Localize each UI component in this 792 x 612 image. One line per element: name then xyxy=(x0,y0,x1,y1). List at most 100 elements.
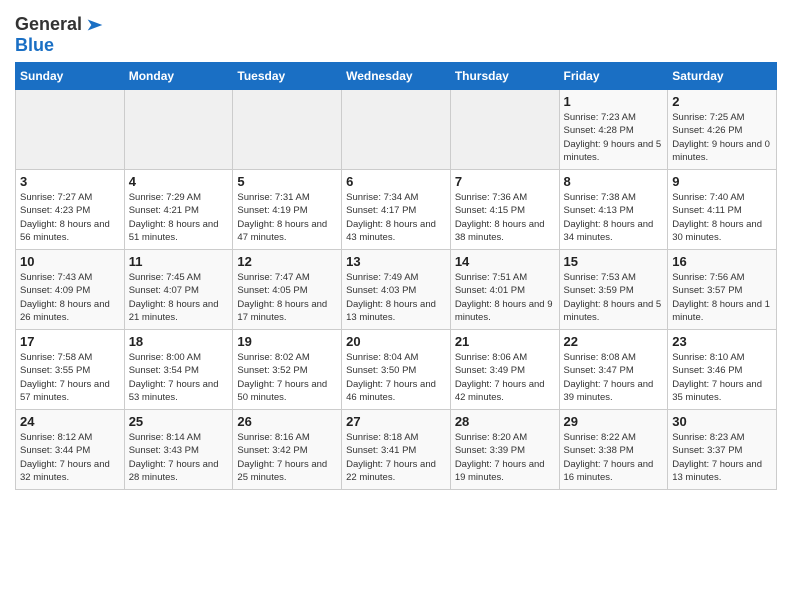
header-sunday: Sunday xyxy=(16,63,125,90)
calendar-week-row: 10Sunrise: 7:43 AMSunset: 4:09 PMDayligh… xyxy=(16,250,777,330)
cell-sunrise: Sunrise: 8:14 AMSunset: 3:43 PMDaylight:… xyxy=(129,432,219,483)
day-number: 24 xyxy=(20,414,120,429)
day-number: 25 xyxy=(129,414,229,429)
day-number: 9 xyxy=(672,174,772,189)
day-number: 11 xyxy=(129,254,229,269)
calendar-cell: 22 Sunrise: 8:08 AMSunset: 3:47 PMDayligh… xyxy=(559,330,668,410)
calendar-cell xyxy=(16,90,125,170)
cell-sunrise: Sunrise: 7:56 AMSunset: 3:57 PMDaylight:… xyxy=(672,272,770,323)
logo: General Blue xyxy=(15,14,106,56)
cell-sunrise: Sunrise: 8:04 AMSunset: 3:50 PMDaylight:… xyxy=(346,352,436,403)
day-number: 3 xyxy=(20,174,120,189)
day-number: 1 xyxy=(564,94,664,109)
calendar-cell: 12 Sunrise: 7:47 AMSunset: 4:05 PMDayligh… xyxy=(233,250,342,330)
header-thursday: Thursday xyxy=(450,63,559,90)
calendar-week-row: 24 Sunrise: 8:12 AMSunset: 3:44 PMDayligh… xyxy=(16,410,777,490)
calendar-cell: 18 Sunrise: 8:00 AMSunset: 3:54 PMDayligh… xyxy=(124,330,233,410)
calendar-cell: 14 Sunrise: 7:51 AMSunset: 4:01 PMDayligh… xyxy=(450,250,559,330)
calendar-cell: 3 Sunrise: 7:27 AMSunset: 4:23 PMDaylight… xyxy=(16,170,125,250)
day-number: 18 xyxy=(129,334,229,349)
cell-sunrise: Sunrise: 8:08 AMSunset: 3:47 PMDaylight:… xyxy=(564,352,654,403)
header-saturday: Saturday xyxy=(668,63,777,90)
day-number: 19 xyxy=(237,334,337,349)
cell-sunrise: Sunrise: 8:12 AMSunset: 3:44 PMDaylight:… xyxy=(20,432,110,483)
day-number: 26 xyxy=(237,414,337,429)
cell-sunrise: Sunrise: 7:34 AMSunset: 4:17 PMDaylight:… xyxy=(346,192,436,243)
cell-sunrise: Sunrise: 7:31 AMSunset: 4:19 PMDaylight:… xyxy=(237,192,327,243)
day-number: 20 xyxy=(346,334,446,349)
cell-sunrise: Sunrise: 8:16 AMSunset: 3:42 PMDaylight:… xyxy=(237,432,327,483)
calendar-cell: 23 Sunrise: 8:10 AMSunset: 3:46 PMDayligh… xyxy=(668,330,777,410)
day-number: 7 xyxy=(455,174,555,189)
calendar-cell: 25 Sunrise: 8:14 AMSunset: 3:43 PMDayligh… xyxy=(124,410,233,490)
day-number: 8 xyxy=(564,174,664,189)
cell-sunrise: Sunrise: 7:58 AMSunset: 3:55 PMDaylight:… xyxy=(20,352,110,403)
logo-icon xyxy=(84,14,106,36)
calendar-cell: 24 Sunrise: 8:12 AMSunset: 3:44 PMDayligh… xyxy=(16,410,125,490)
cell-sunrise: Sunrise: 7:47 AMSunset: 4:05 PMDaylight:… xyxy=(237,272,327,323)
calendar-cell xyxy=(124,90,233,170)
cell-sunrise: Sunrise: 7:45 AMSunset: 4:07 PMDaylight:… xyxy=(129,272,219,323)
cell-sunrise: Sunrise: 8:20 AMSunset: 3:39 PMDaylight:… xyxy=(455,432,545,483)
cell-sunrise: Sunrise: 7:49 AMSunset: 4:03 PMDaylight:… xyxy=(346,272,436,323)
calendar-week-row: 17 Sunrise: 7:58 AMSunset: 3:55 PMDayligh… xyxy=(16,330,777,410)
day-number: 13 xyxy=(346,254,446,269)
calendar-table: SundayMondayTuesdayWednesdayThursdayFrid… xyxy=(15,62,777,490)
header-monday: Monday xyxy=(124,63,233,90)
calendar-cell: 11 Sunrise: 7:45 AMSunset: 4:07 PMDayligh… xyxy=(124,250,233,330)
day-number: 17 xyxy=(20,334,120,349)
logo-blue: Blue xyxy=(15,35,54,55)
day-number: 2 xyxy=(672,94,772,109)
calendar-cell: 1 Sunrise: 7:23 AMSunset: 4:28 PMDaylight… xyxy=(559,90,668,170)
day-number: 22 xyxy=(564,334,664,349)
calendar-cell: 19Sunrise: 8:02 AMSunset: 3:52 PMDayligh… xyxy=(233,330,342,410)
calendar-cell xyxy=(233,90,342,170)
calendar-cell: 21 Sunrise: 8:06 AMSunset: 3:49 PMDayligh… xyxy=(450,330,559,410)
calendar-cell: 29Sunrise: 8:22 AMSunset: 3:38 PMDayligh… xyxy=(559,410,668,490)
calendar-cell: 17 Sunrise: 7:58 AMSunset: 3:55 PMDayligh… xyxy=(16,330,125,410)
cell-sunrise: Sunrise: 7:38 AMSunset: 4:13 PMDaylight:… xyxy=(564,192,654,243)
cell-sunrise: Sunrise: 7:23 AMSunset: 4:28 PMDaylight:… xyxy=(564,112,662,163)
calendar-cell: 15 Sunrise: 7:53 AMSunset: 3:59 PMDayligh… xyxy=(559,250,668,330)
cell-sunrise: Sunrise: 8:06 AMSunset: 3:49 PMDaylight:… xyxy=(455,352,545,403)
day-number: 29 xyxy=(564,414,664,429)
calendar-cell xyxy=(342,90,451,170)
day-number: 28 xyxy=(455,414,555,429)
cell-sunrise: Sunrise: 7:40 AMSunset: 4:11 PMDaylight:… xyxy=(672,192,762,243)
header: General Blue xyxy=(15,10,777,56)
cell-sunrise: Sunrise: 8:00 AMSunset: 3:54 PMDaylight:… xyxy=(129,352,219,403)
day-number: 14 xyxy=(455,254,555,269)
cell-sunrise: Sunrise: 8:18 AMSunset: 3:41 PMDaylight:… xyxy=(346,432,436,483)
calendar-cell: 26 Sunrise: 8:16 AMSunset: 3:42 PMDayligh… xyxy=(233,410,342,490)
calendar-cell: 13 Sunrise: 7:49 AMSunset: 4:03 PMDayligh… xyxy=(342,250,451,330)
calendar-cell: 5 Sunrise: 7:31 AMSunset: 4:19 PMDaylight… xyxy=(233,170,342,250)
cell-sunrise: Sunrise: 7:25 AMSunset: 4:26 PMDaylight:… xyxy=(672,112,770,163)
day-number: 30 xyxy=(672,414,772,429)
calendar-cell: 16 Sunrise: 7:56 AMSunset: 3:57 PMDayligh… xyxy=(668,250,777,330)
calendar-cell: 10Sunrise: 7:43 AMSunset: 4:09 PMDayligh… xyxy=(16,250,125,330)
cell-sunrise: Sunrise: 8:23 AMSunset: 3:37 PMDaylight:… xyxy=(672,432,762,483)
calendar-cell xyxy=(450,90,559,170)
calendar-cell: 4Sunrise: 7:29 AMSunset: 4:21 PMDaylight… xyxy=(124,170,233,250)
calendar-cell: 2 Sunrise: 7:25 AMSunset: 4:26 PMDaylight… xyxy=(668,90,777,170)
cell-sunrise: Sunrise: 7:53 AMSunset: 3:59 PMDaylight:… xyxy=(564,272,662,323)
day-number: 15 xyxy=(564,254,664,269)
day-number: 5 xyxy=(237,174,337,189)
day-number: 10 xyxy=(20,254,120,269)
cell-sunrise: Sunrise: 7:29 AMSunset: 4:21 PMDaylight:… xyxy=(129,192,219,243)
day-number: 16 xyxy=(672,254,772,269)
cell-sunrise: Sunrise: 7:27 AMSunset: 4:23 PMDaylight:… xyxy=(20,192,110,243)
day-number: 21 xyxy=(455,334,555,349)
calendar-cell: 8 Sunrise: 7:38 AMSunset: 4:13 PMDaylight… xyxy=(559,170,668,250)
calendar-week-row: 1 Sunrise: 7:23 AMSunset: 4:28 PMDaylight… xyxy=(16,90,777,170)
day-number: 6 xyxy=(346,174,446,189)
day-number: 27 xyxy=(346,414,446,429)
calendar-cell: 30 Sunrise: 8:23 AMSunset: 3:37 PMDayligh… xyxy=(668,410,777,490)
cell-sunrise: Sunrise: 8:10 AMSunset: 3:46 PMDaylight:… xyxy=(672,352,762,403)
header-friday: Friday xyxy=(559,63,668,90)
day-number: 23 xyxy=(672,334,772,349)
day-number: 12 xyxy=(237,254,337,269)
cell-sunrise: Sunrise: 7:36 AMSunset: 4:15 PMDaylight:… xyxy=(455,192,545,243)
calendar-header-row: SundayMondayTuesdayWednesdayThursdayFrid… xyxy=(16,63,777,90)
cell-sunrise: Sunrise: 7:51 AMSunset: 4:01 PMDaylight:… xyxy=(455,272,553,323)
